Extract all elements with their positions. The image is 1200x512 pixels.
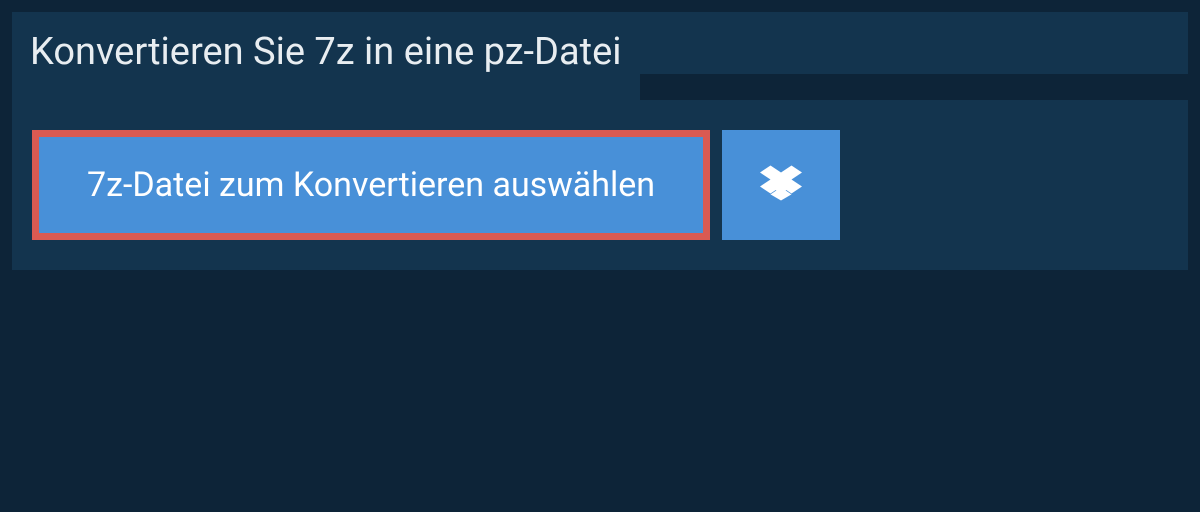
button-row: 7z-Datei zum Konvertieren auswählen	[12, 100, 932, 240]
dropbox-icon	[760, 162, 802, 208]
page-title: Konvertieren Sie 7z in eine pz-Datei	[12, 12, 640, 92]
title-row: Konvertieren Sie 7z in eine pz-Datei	[12, 12, 1188, 100]
title-notch	[640, 74, 1189, 100]
select-file-label: 7z-Datei zum Konvertieren auswählen	[87, 165, 655, 205]
dropbox-button[interactable]	[722, 130, 840, 240]
converter-panel: Konvertieren Sie 7z in eine pz-Datei 7z-…	[12, 12, 1188, 270]
select-file-button[interactable]: 7z-Datei zum Konvertieren auswählen	[32, 130, 710, 240]
